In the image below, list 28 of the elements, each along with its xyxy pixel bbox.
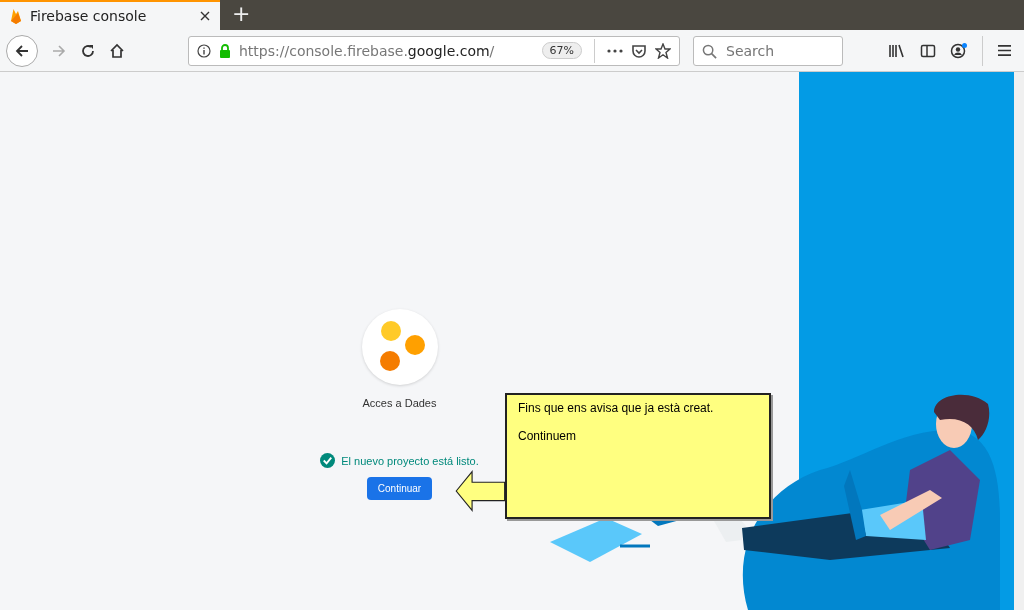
pocket-icon[interactable]	[631, 42, 647, 59]
close-icon[interactable]	[200, 11, 210, 21]
check-circle-icon	[320, 453, 336, 468]
star-icon[interactable]	[655, 42, 671, 59]
callout-text: Fins que ens avisa que ja està creat.	[518, 401, 715, 415]
library-icon[interactable]	[888, 42, 906, 59]
lock-icon	[219, 43, 231, 58]
back-button[interactable]	[6, 34, 38, 67]
zoom-badge[interactable]: 67%	[541, 42, 582, 59]
browser-tab[interactable]: Firebase console	[0, 0, 220, 30]
callout-text: Continuem	[518, 429, 578, 443]
info-icon	[197, 43, 211, 58]
continue-button[interactable]: Continuar	[366, 477, 433, 500]
more-icon[interactable]	[607, 48, 623, 53]
home-icon[interactable]	[109, 42, 125, 59]
tab-title: Firebase console	[30, 8, 148, 24]
account-icon[interactable]	[950, 41, 968, 60]
menu-icon[interactable]	[997, 44, 1012, 57]
url-text: https://console.firebase.google.com/	[239, 42, 496, 59]
reload-icon[interactable]	[80, 42, 96, 59]
back-icon	[14, 42, 30, 59]
search-field[interactable]: Search	[693, 35, 843, 66]
flame-icon	[10, 8, 22, 24]
address-bar[interactable]: https://console.firebase.google.com/ 67%	[188, 35, 680, 66]
new-tab-button[interactable]: +	[220, 0, 263, 30]
project-name: Acces a Dades	[362, 397, 437, 409]
sidebar-icon[interactable]	[920, 42, 936, 59]
status-message: El nuevo proyecto está listo.	[341, 454, 479, 467]
